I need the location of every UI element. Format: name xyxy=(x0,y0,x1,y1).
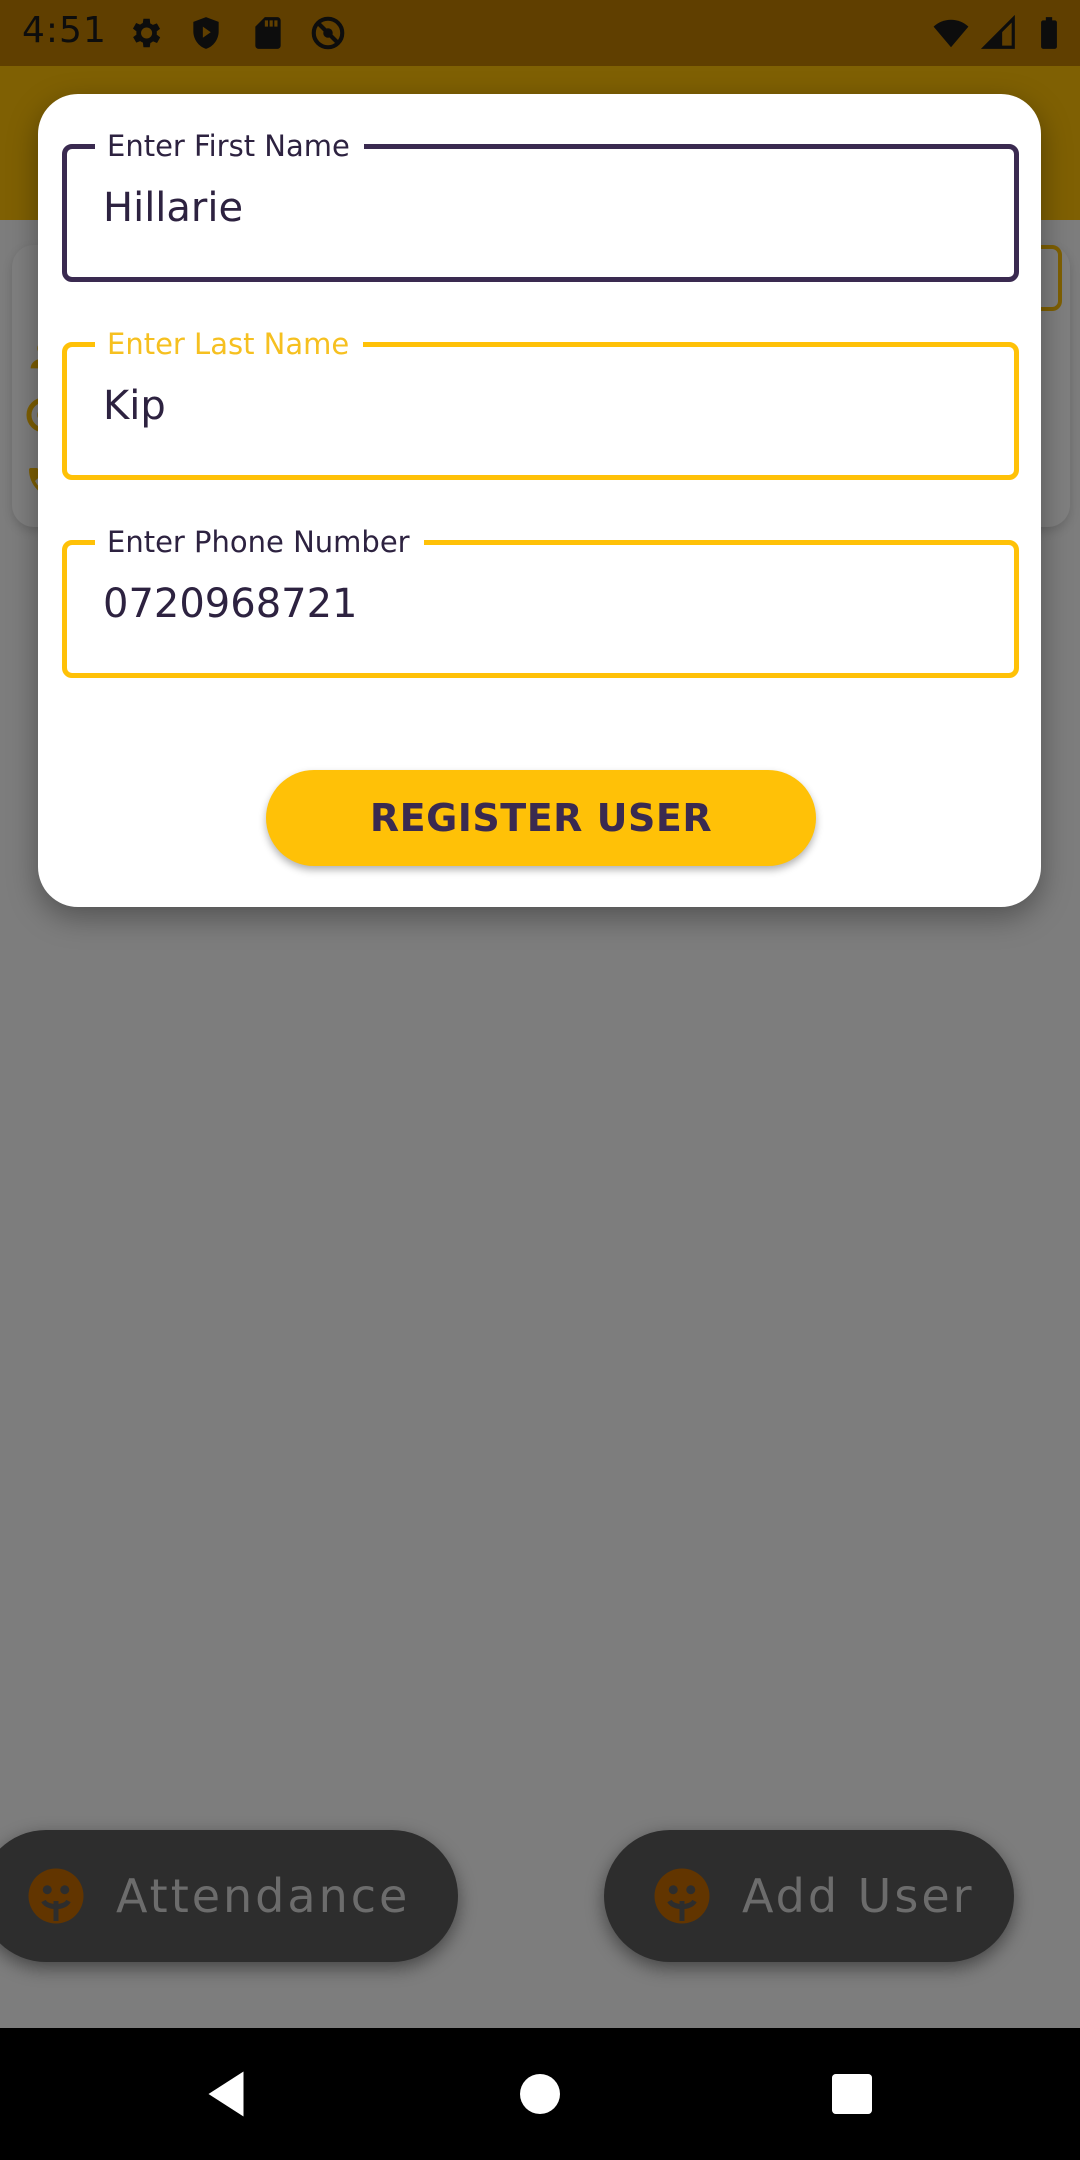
first-name-input[interactable] xyxy=(103,173,963,243)
first-name-field[interactable]: Enter First Name xyxy=(62,129,1019,282)
phone-number-label: Enter Phone Number xyxy=(95,525,424,559)
app-screen: 4:51 xyxy=(0,0,1080,2160)
home-icon[interactable] xyxy=(510,2064,570,2124)
phone-number-input[interactable] xyxy=(103,569,963,639)
first-name-label: Enter First Name xyxy=(95,129,364,163)
last-name-field[interactable]: Enter Last Name xyxy=(62,327,1019,480)
last-name-input[interactable] xyxy=(103,371,963,441)
register-user-button[interactable]: REGISTER USER xyxy=(266,770,816,866)
navigation-bar xyxy=(0,2028,1080,2160)
last-name-label: Enter Last Name xyxy=(95,327,364,361)
phone-number-field[interactable]: Enter Phone Number xyxy=(62,525,1019,678)
recents-icon[interactable] xyxy=(822,2064,882,2124)
back-icon[interactable] xyxy=(196,2064,256,2124)
register-user-dialog: Enter First Name Enter Last Name Enter P… xyxy=(38,94,1041,907)
